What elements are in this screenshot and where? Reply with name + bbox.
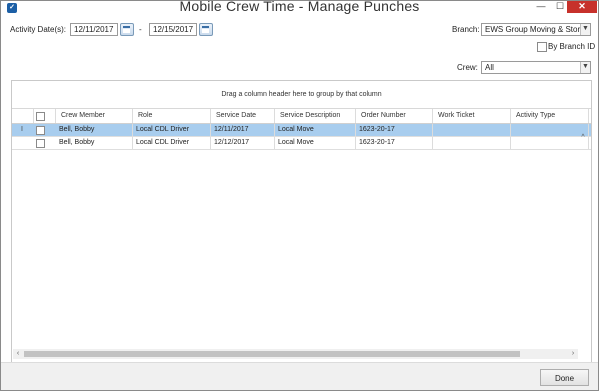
start-calendar-icon[interactable]	[120, 23, 134, 36]
cell-order-number: 1623-20-17	[356, 137, 433, 149]
branch-select[interactable]: EWS Group Moving & Stor ▼	[481, 23, 591, 36]
header-indicator-cell	[12, 109, 34, 123]
cell-role: Local CDL Driver	[133, 137, 211, 149]
cell-service-description: Local Move	[275, 124, 356, 136]
column-header-crew-member[interactable]: Crew Member	[56, 109, 133, 123]
cell-service-date: 12/11/2017	[211, 124, 275, 136]
end-date-input[interactable]: 12/15/2017	[149, 23, 197, 36]
cell-work-ticket	[433, 124, 511, 136]
crew-label: Crew:	[457, 63, 478, 72]
punches-grid: Drag a column header here to group by th…	[11, 80, 592, 363]
end-calendar-icon[interactable]	[199, 23, 213, 36]
scroll-left-arrow[interactable]: ‹	[13, 349, 23, 359]
date-range-separator: -	[139, 25, 142, 34]
branch-label: Branch:	[452, 25, 480, 34]
cell-order-number: 1623-20-17	[356, 124, 433, 136]
column-header-role[interactable]: Role	[133, 109, 211, 123]
cell-service-date: 12/12/2017	[211, 137, 275, 149]
header-select-cell	[34, 109, 56, 123]
row-indicator	[12, 137, 32, 149]
horizontal-scrollbar[interactable]: ‹ ›	[13, 349, 578, 359]
crew-select[interactable]: All ▼	[481, 61, 591, 74]
column-header-work-ticket[interactable]: Work Ticket	[433, 109, 511, 123]
row-indicator: I	[21, 126, 23, 133]
table-row[interactable]: I Bell, Bobby Local CDL Driver 12/11/201…	[12, 124, 591, 137]
cell-role: Local CDL Driver	[133, 124, 211, 136]
chevron-down-icon: ▼	[580, 24, 590, 35]
footer-bar: Done	[1, 362, 598, 390]
crew-select-value: All	[485, 63, 494, 72]
close-button[interactable]: ✕	[567, 1, 597, 13]
grid-header-row: Crew Member Role Service Date Service De…	[12, 109, 591, 124]
cell-crew-member: Bell, Bobby	[56, 124, 133, 136]
maximize-button[interactable]: ☐	[553, 1, 567, 13]
scroll-up-arrow[interactable]: ^	[577, 133, 589, 143]
cell-service-description: Local Move	[275, 137, 356, 149]
by-branch-id-label: By Branch ID	[548, 42, 596, 51]
done-button[interactable]: Done	[540, 369, 589, 386]
column-header-activity-type[interactable]: Activity Type	[511, 109, 589, 123]
branch-select-value: EWS Group Moving & Stor	[485, 25, 581, 34]
start-date-input[interactable]: 12/11/2017	[70, 23, 118, 36]
column-header-service-date[interactable]: Service Date	[211, 109, 275, 123]
window-title: Mobile Crew Time - Manage Punches	[179, 0, 420, 14]
title-bar: ✓ Mobile Crew Time - Manage Punches — ☐ …	[1, 1, 598, 16]
activity-dates-label: Activity Date(s):	[10, 25, 67, 34]
column-header-order-number[interactable]: Order Number	[356, 109, 433, 123]
minimize-button[interactable]: —	[534, 1, 548, 13]
scrollbar-thumb[interactable]	[24, 351, 520, 357]
manage-punches-window: ✓ Mobile Crew Time - Manage Punches — ☐ …	[0, 0, 599, 391]
chevron-down-icon: ▼	[580, 62, 590, 73]
column-header-service-description[interactable]: Service Description	[275, 109, 356, 123]
cell-crew-member: Bell, Bobby	[56, 137, 133, 149]
table-row[interactable]: Bell, Bobby Local CDL Driver 12/12/2017 …	[12, 137, 591, 150]
group-by-panel[interactable]: Drag a column header here to group by th…	[12, 81, 591, 109]
by-branch-id-checkbox[interactable]	[537, 42, 547, 52]
row-checkbox[interactable]	[36, 139, 45, 148]
row-checkbox[interactable]	[36, 126, 45, 135]
select-all-checkbox[interactable]	[36, 112, 45, 121]
cell-work-ticket	[433, 137, 511, 149]
scroll-right-arrow[interactable]: ›	[568, 349, 578, 359]
